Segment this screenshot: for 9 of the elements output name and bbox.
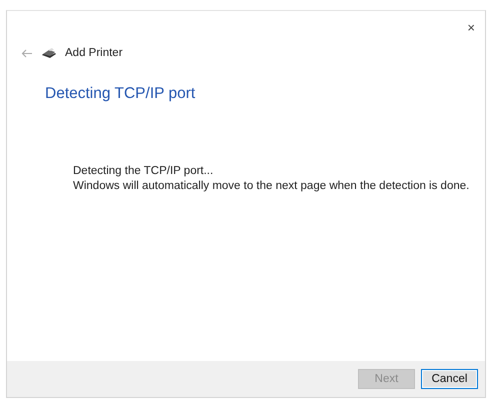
status-text: Windows will automatically move to the next page when the detection is done. [73,178,470,194]
window-title: Add Printer [65,46,123,61]
back-icon [21,49,33,58]
page-heading: Detecting TCP/IP port [45,84,196,104]
back-button[interactable] [21,49,33,58]
close-button[interactable]: × [463,21,479,34]
printer-icon [41,48,57,60]
cancel-button[interactable]: Cancel [421,369,478,389]
status-text: Detecting the TCP/IP port... [73,164,214,178]
